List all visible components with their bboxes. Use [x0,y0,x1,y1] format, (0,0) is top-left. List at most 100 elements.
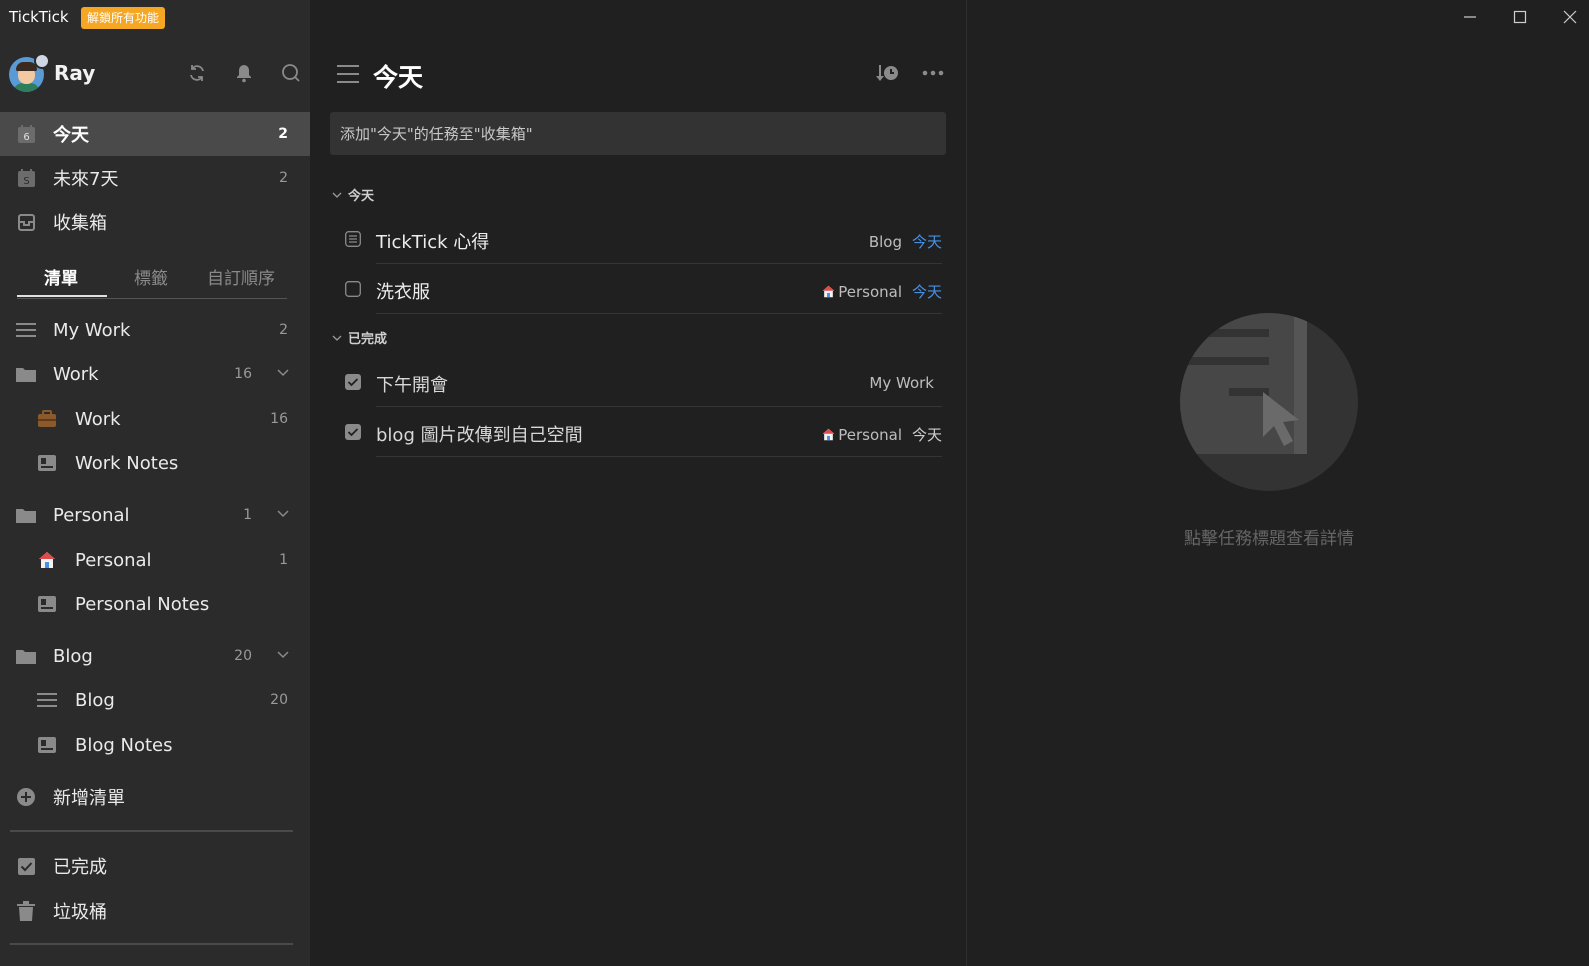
task-divider [376,456,942,457]
page-title: 今天 [373,63,424,92]
task-list-name: Blog [868,232,902,251]
tab-lists[interactable]: 清單 [44,264,78,289]
task-due-date[interactable]: 今天 [912,424,942,445]
list-item-personal[interactable]: Personal 1 [0,538,310,582]
folder-blog[interactable]: Blog 20 [0,634,310,678]
task-meta: Personal 今天 [822,424,942,445]
task-row[interactable]: 洗衣服 Personal 今天 [340,265,942,314]
calendar-today-icon: 6 [16,124,36,144]
maximize-icon[interactable] [1513,10,1527,24]
list-lines-icon [16,320,36,340]
nav-inbox[interactable]: 收集箱 [0,200,310,244]
window-controls [1463,10,1577,24]
list-count: 2 [279,322,288,338]
sort-by-time-icon[interactable] [876,62,900,84]
nav-count: 2 [279,170,288,186]
checkbox-checked-icon[interactable] [345,424,361,440]
chevron-down-icon[interactable] [277,507,289,519]
nav-label: 垃圾桶 [53,902,107,923]
nav-label: 已完成 [53,857,107,878]
list-item-personal-notes[interactable]: Personal Notes [0,582,310,626]
notebook-icon [37,735,57,755]
folder-work[interactable]: Work 16 [0,352,310,396]
task-due-date[interactable]: 今天 [912,281,942,302]
task-list-name: Personal [822,426,902,444]
task-title[interactable]: 下午開會 [376,371,448,397]
folder-personal[interactable]: Personal 1 [0,493,310,537]
task-divider [376,313,942,314]
task-due-date[interactable]: 今天 [912,231,942,252]
chevron-down-icon[interactable] [277,366,289,378]
avatar-status-dot [34,53,50,69]
list-label: Blog [75,689,115,711]
nav-count: 2 [278,126,288,142]
tab-tags[interactable]: 標籤 [134,264,168,289]
chevron-down-icon [332,192,342,198]
folder-label: Work [53,363,99,385]
minimize-icon[interactable] [1463,10,1477,24]
nav-next-7-days[interactable]: S 未來7天 2 [0,156,310,200]
task-title[interactable]: 洗衣服 [376,278,430,304]
list-item-my-work[interactable]: My Work 2 [0,308,310,352]
task-meta: Blog 今天 [869,231,942,252]
nav-trash[interactable]: 垃圾桶 [0,889,310,933]
username[interactable]: Ray [54,61,95,85]
sync-icon[interactable] [187,63,207,83]
folder-icon [16,646,36,666]
add-task-input[interactable] [330,112,946,155]
checkbox-icon[interactable] [345,281,361,297]
task-list-name: Personal [822,283,902,301]
plus-circle-icon [16,787,36,807]
task-list-panel: 今天 今天 TickTick 心得 Blog 今天 洗衣服 Personal 今… [310,0,966,966]
view-toolbar [876,62,944,84]
nav-completed[interactable]: 已完成 [0,844,310,888]
list-count: 20 [270,692,288,708]
add-list-button[interactable]: 新增清單 [0,775,310,819]
tab-custom-order[interactable]: 自訂順序 [207,264,275,289]
list-item-blog-notes[interactable]: Blog Notes [0,723,310,767]
notebook-icon [37,594,57,614]
bell-icon[interactable] [234,63,254,83]
list-item-work[interactable]: Work 16 [0,397,310,441]
notebook-icon [37,453,57,473]
nav-today[interactable]: 6 今天 2 [0,112,310,156]
briefcase-icon [37,409,57,429]
unlock-features-badge[interactable]: 解鎖所有功能 [81,7,166,29]
list-item-blog[interactable]: Blog 20 [0,678,310,722]
task-divider [376,406,942,407]
section-title: 今天 [348,189,375,204]
nav-label: 今天 [53,125,89,146]
folder-count: 16 [234,366,252,382]
chevron-down-icon[interactable] [277,648,289,660]
tab-underline [17,295,107,297]
list-lines-icon [37,690,57,710]
task-row[interactable]: 下午開會 My Work [340,358,942,407]
sidebar: TickTick 解鎖所有功能 Ray 6 今天 2 S 未來7天 2 收集箱 … [0,0,310,966]
house-icon [822,285,835,298]
task-list-label: Personal [838,425,902,444]
section-header-today[interactable]: 今天 [332,185,374,204]
folder-icon [16,505,36,525]
close-icon[interactable] [1563,10,1577,24]
task-row[interactable]: TickTick 心得 Blog 今天 [340,215,942,264]
note-checkbox-icon[interactable] [345,231,361,247]
list-tabs: 清單 標籤 自訂順序 [17,258,287,299]
menu-icon[interactable] [337,63,359,85]
folder-label: Personal [53,504,130,526]
sidebar-divider [10,830,293,832]
task-list-name: My Work [869,374,934,392]
task-meta: My Work [869,374,934,392]
empty-detail-hint: 點擊任務標題查看詳情 [1184,529,1354,549]
section-title: 已完成 [348,332,388,347]
task-title[interactable]: TickTick 心得 [376,228,489,254]
checkbox-checked-icon[interactable] [345,374,361,390]
list-item-work-notes[interactable]: Work Notes [0,441,310,485]
task-row[interactable]: blog 圖片改傳到自己空間 Personal 今天 [340,408,942,457]
list-label: Personal Notes [75,593,210,615]
task-title[interactable]: blog 圖片改傳到自己空間 [376,421,583,447]
house-icon [37,550,57,570]
search-icon[interactable] [281,63,301,83]
checkbox-checked-icon [16,856,36,876]
section-header-completed[interactable]: 已完成 [332,328,387,347]
more-options-icon[interactable] [922,62,944,84]
